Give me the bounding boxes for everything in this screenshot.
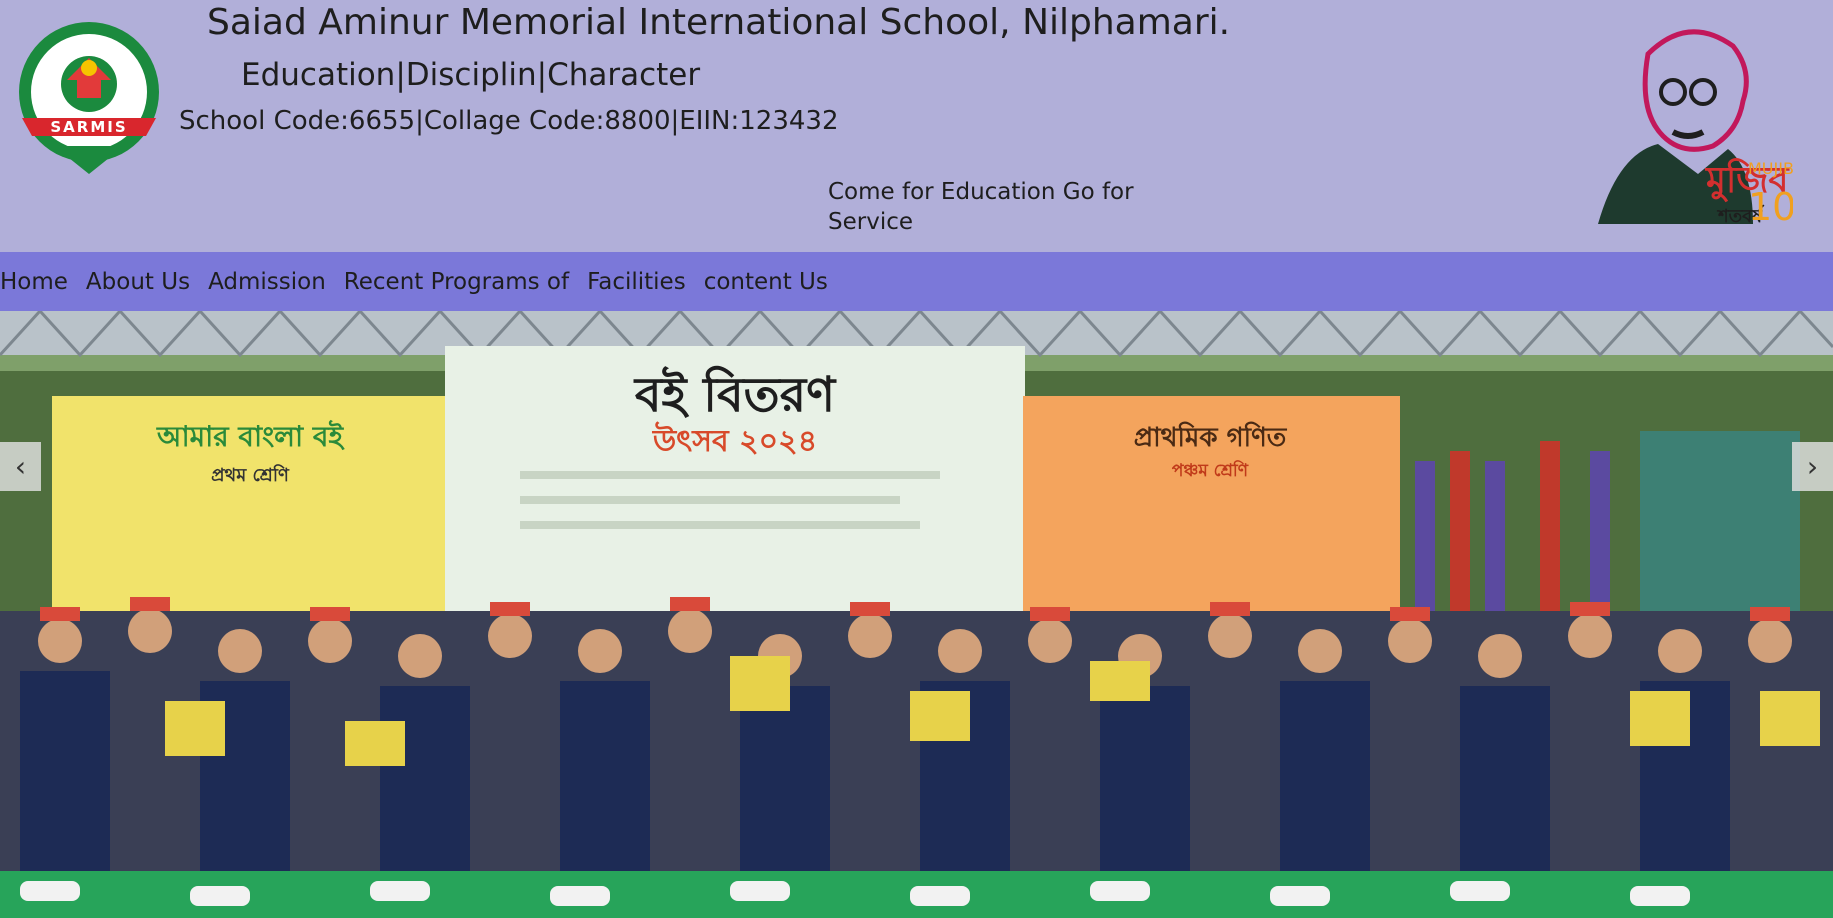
school-tagline: Come for Education Go for Service [828,179,1134,235]
banner-right-subtitle: পঞ্চম শ্রেণি [1172,459,1249,481]
main-navbar: Home About Us Admission Recent Programs … [0,252,1833,311]
banner-right-title: প্রাথমিক গণিত [1134,421,1288,453]
school-codes: School Code:6655|Collage Code:8800|EIIN:… [179,106,839,136]
nav-recent-programs[interactable]: Recent Programs of [344,269,569,295]
banner-left-title: আমার বাংলা বই [156,420,346,453]
nav-facilities[interactable]: Facilities [587,269,686,295]
nav-home[interactable]: Home [0,269,68,295]
school-crest-logo[interactable]: SARMIS [16,18,162,176]
emblem-english-text: MUJIB [1748,159,1793,178]
carousel-prev-button[interactable]: ‹ [0,442,41,491]
image-carousel: আমার বাংলা বই প্রথম শ্রেণি বই বিতরণ উৎসব… [0,311,1833,918]
carousel-next-button[interactable]: › [1792,442,1833,491]
nav-about-us[interactable]: About Us [86,269,190,295]
mujib-portrait-emblem: মুজিব শতবর্ষ MUJIB 100 [1598,29,1793,229]
nav-admission[interactable]: Admission [208,269,326,295]
page-title: Saiad Aminur Memorial International Scho… [207,2,1231,43]
banner-center-title: বই বিতরণ [633,366,837,423]
nav-content-us[interactable]: content Us [704,269,828,295]
school-motto: Education|Disciplin|Character [241,57,701,93]
emblem-number: 100 [1748,185,1793,229]
banner-left-subtitle: প্রথম শ্রেণি [211,464,290,486]
site-header: SARMIS Saiad Aminur Memorial Internation… [0,0,1833,252]
banner-center-subtitle: উৎসব ২০২৪ [652,421,817,459]
logo-ribbon-text: SARMIS [50,118,127,136]
carousel-slide-image: আমার বাংলা বই প্রথম শ্রেণি বই বিতরণ উৎসব… [0,311,1833,918]
